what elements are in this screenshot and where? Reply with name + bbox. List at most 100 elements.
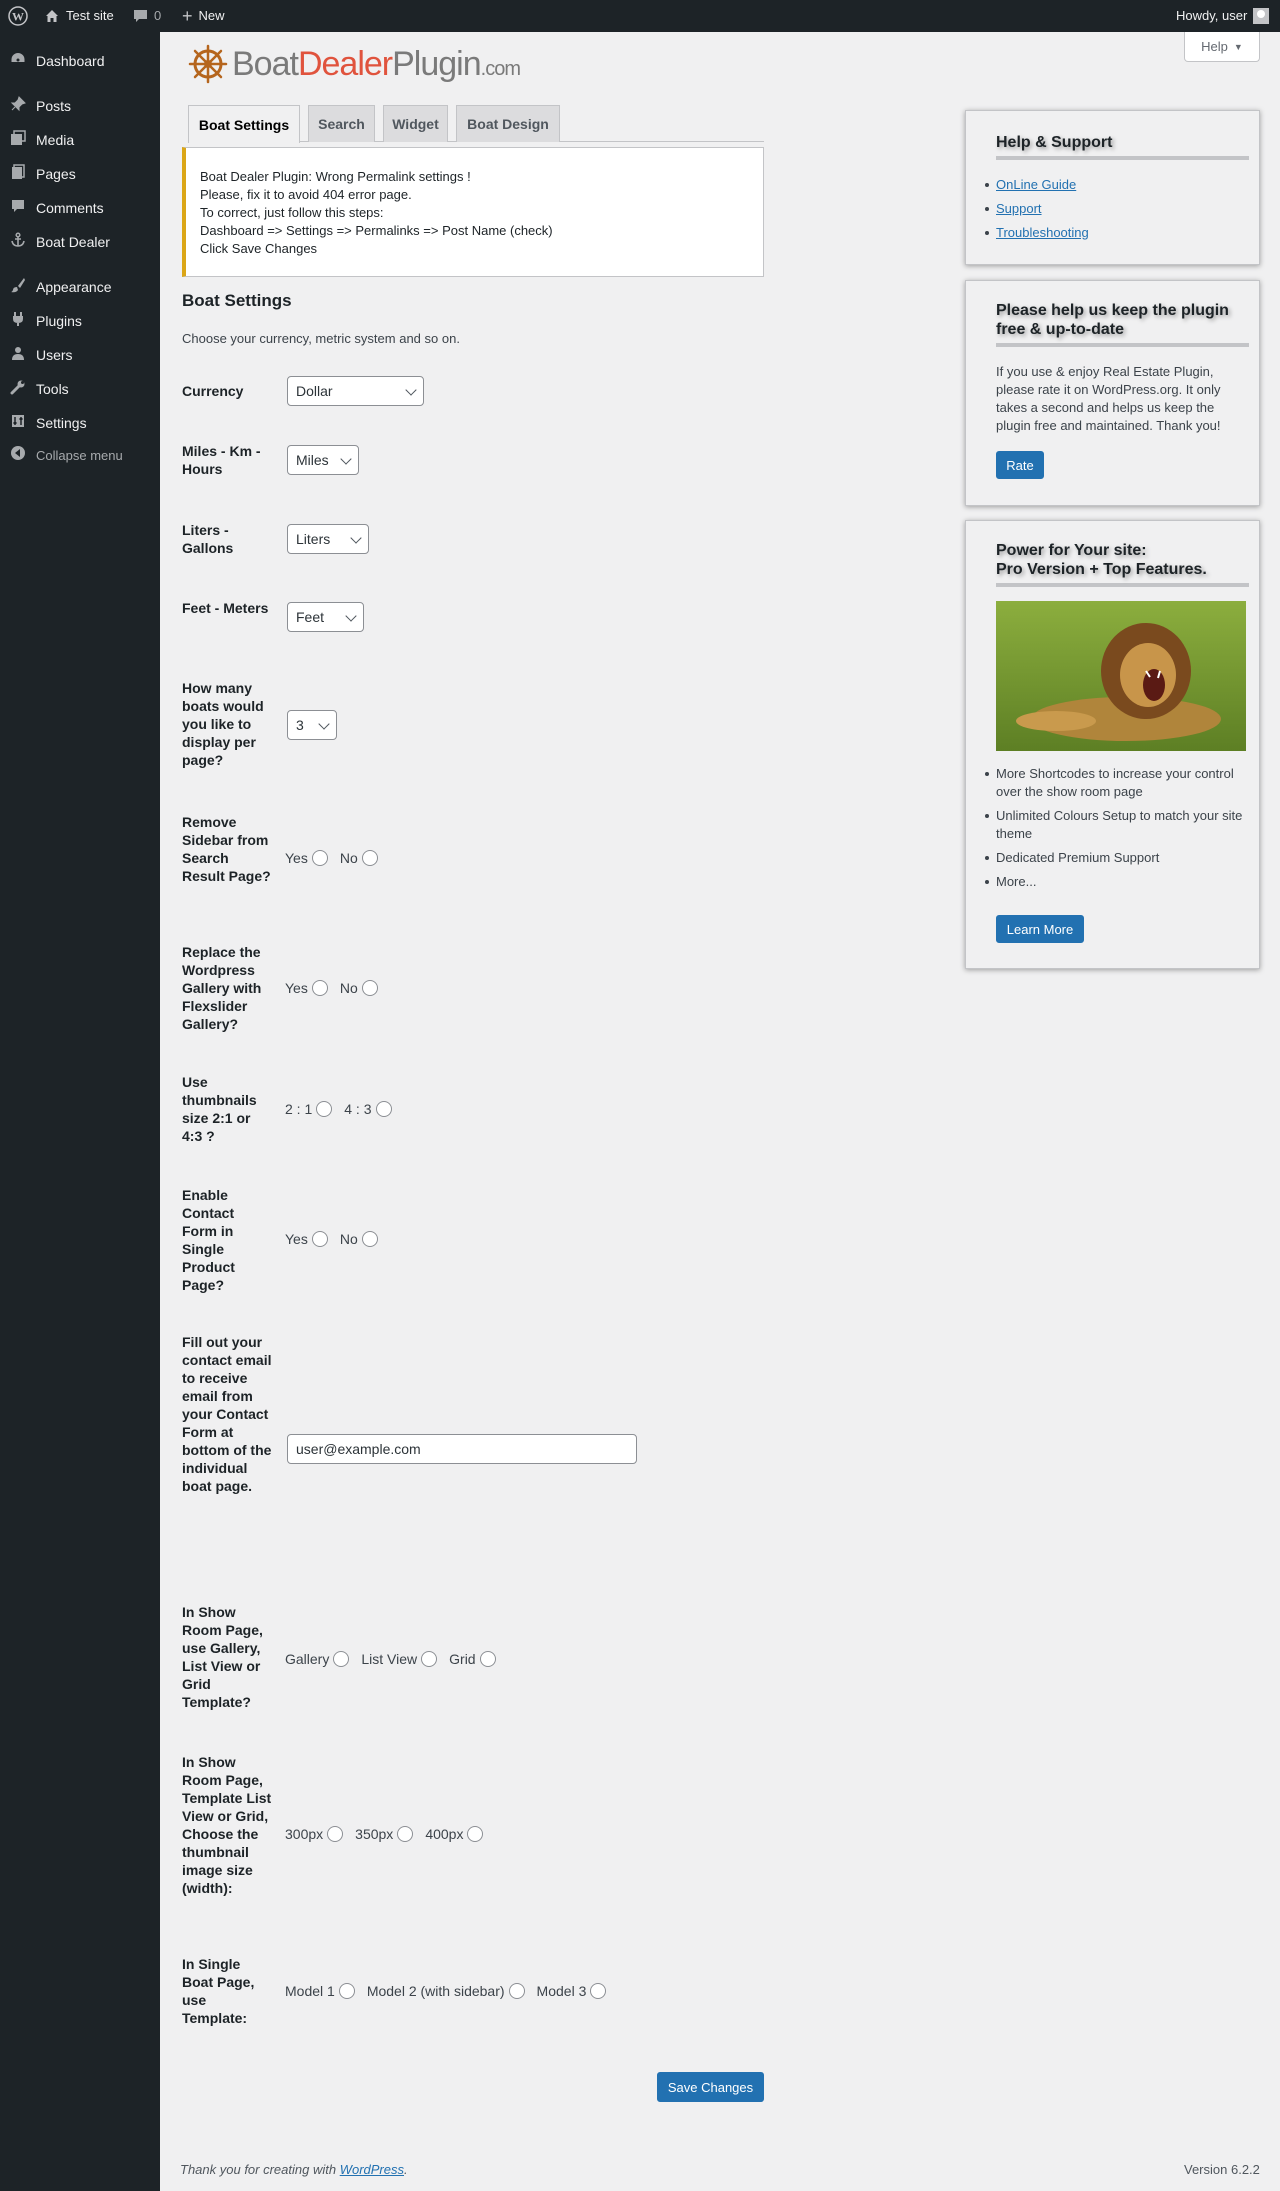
collapse-menu-button[interactable]: Collapse menu (0, 438, 160, 472)
radio-button[interactable] (361, 850, 378, 866)
wrench-icon (0, 379, 36, 399)
feet-select[interactable]: Feet (287, 602, 364, 632)
wordpress-logo-icon[interactable]: W (8, 0, 28, 32)
radio-button[interactable] (590, 1983, 607, 1999)
sidebar-item-pages[interactable]: Pages (0, 157, 160, 191)
replace-gallery-yes[interactable]: Yes (285, 980, 328, 996)
feature-item: Unlimited Colours Setup to match your si… (985, 807, 1247, 843)
page-description: Choose your currency, metric system and … (182, 331, 460, 346)
radio-button[interactable] (397, 1826, 414, 1842)
radio-button[interactable] (361, 980, 378, 996)
save-changes-button[interactable]: Save Changes (657, 2072, 764, 2102)
pro-box-title: Power for Your site: Pro Version + Top Fe… (996, 542, 1207, 578)
rate-button[interactable]: Rate (996, 451, 1044, 479)
collapse-menu-label: Collapse menu (36, 447, 123, 463)
chevron-down-icon (318, 718, 330, 730)
sidebar-item-appearance[interactable]: Appearance (0, 270, 160, 304)
radio-button[interactable] (375, 1101, 392, 1117)
miles-select[interactable]: Miles (287, 445, 359, 475)
boat-dealer-logo: BoatDealerPlugin.com (188, 44, 521, 84)
title-underline (996, 343, 1249, 347)
radio-button[interactable] (467, 1826, 484, 1842)
liters-value: Liters (296, 531, 331, 547)
currency-select[interactable]: Dollar (287, 376, 424, 406)
thumb-size-400[interactable]: 400px (425, 1826, 484, 1842)
template-list-view[interactable]: List View (361, 1651, 438, 1667)
radio-button[interactable] (361, 1231, 378, 1247)
help-tab-button[interactable]: Help ▼ (1184, 32, 1260, 62)
wordpress-link[interactable]: WordPress (340, 2162, 404, 2177)
online-guide-link[interactable]: OnLine Guide (996, 177, 1076, 192)
single-model-2[interactable]: Model 2 (with sidebar) (367, 1983, 525, 1999)
remove-sidebar-yes[interactable]: Yes (285, 850, 328, 866)
radio-button[interactable] (327, 1826, 344, 1842)
remove-sidebar-no[interactable]: No (340, 850, 378, 866)
feet-value: Feet (296, 609, 325, 625)
thumb-size-label: In Show Room Page, Template List View or… (182, 1754, 272, 1896)
sidebar-item-boat-dealer[interactable]: Boat Dealer (0, 225, 160, 259)
site-name-link[interactable]: Test site (44, 0, 114, 32)
radio-button[interactable] (338, 1983, 355, 1999)
notice-line: Click Save Changes (200, 241, 318, 256)
single-model-3[interactable]: Model 3 (537, 1983, 607, 1999)
radio-button[interactable] (333, 1651, 350, 1667)
radio-button[interactable] (311, 850, 328, 866)
per-page-select[interactable]: 3 (287, 710, 337, 740)
feature-item: Dedicated Premium Support (985, 849, 1247, 867)
tab-widget[interactable]: Widget (383, 105, 448, 142)
sidebar-item-settings[interactable]: Settings (0, 406, 160, 440)
radio-button[interactable] (311, 1231, 328, 1247)
radio-button[interactable] (479, 1651, 496, 1667)
notice-line: Boat Dealer Plugin: Wrong Permalink sett… (200, 169, 471, 184)
liters-select[interactable]: Liters (287, 524, 369, 554)
thumbnails-4-3[interactable]: 4 : 3 (344, 1101, 392, 1117)
logo-text: BoatDealerPlugin.com (232, 44, 521, 83)
new-content-link[interactable]: + New (182, 0, 225, 32)
sidebar-item-media[interactable]: Media (0, 123, 160, 157)
media-icon (0, 130, 36, 150)
sidebar-item-dashboard[interactable]: Dashboard (0, 44, 160, 78)
contact-form-no[interactable]: No (340, 1231, 378, 1247)
site-name: Test site (66, 8, 114, 23)
thumbnails-2-1[interactable]: 2 : 1 (285, 1101, 333, 1117)
troubleshooting-link[interactable]: Troubleshooting (996, 225, 1089, 240)
sidebar-item-plugins[interactable]: Plugins (0, 304, 160, 338)
radio-button[interactable] (316, 1101, 333, 1117)
thumb-size-300[interactable]: 300px (285, 1826, 344, 1842)
radio-button[interactable] (421, 1651, 438, 1667)
radio-button[interactable] (508, 1983, 525, 1999)
sidebar-item-tools[interactable]: Tools (0, 372, 160, 406)
single-template-radios: Model 1 Model 2 (with sidebar) Model 3 (285, 1981, 618, 2001)
plus-icon: + (182, 6, 193, 26)
support-link[interactable]: Support (996, 201, 1042, 216)
contact-email-input[interactable] (287, 1434, 637, 1464)
comment-icon (0, 198, 36, 218)
contact-form-yes[interactable]: Yes (285, 1231, 328, 1247)
template-grid[interactable]: Grid (449, 1651, 496, 1667)
pro-version-box: Power for Your site: Pro Version + Top Fe… (965, 520, 1260, 969)
radio-button[interactable] (311, 980, 328, 996)
svg-text:W: W (12, 10, 24, 24)
single-model-1[interactable]: Model 1 (285, 1983, 355, 1999)
tab-boat-design[interactable]: Boat Design (456, 105, 560, 142)
learn-more-button[interactable]: Learn More (996, 915, 1084, 943)
template-gallery[interactable]: Gallery (285, 1651, 350, 1667)
ship-wheel-icon (188, 44, 228, 84)
per-page-value: 3 (296, 717, 304, 733)
sidebar-item-label: Appearance (36, 279, 112, 295)
comments-link[interactable]: 0 (133, 0, 161, 32)
sidebar-item-comments[interactable]: Comments (0, 191, 160, 225)
howdy-text: Howdy, user (1176, 8, 1248, 23)
sidebar-item-users[interactable]: Users (0, 338, 160, 372)
tab-search[interactable]: Search (308, 105, 375, 142)
footer-thanks: Thank you for creating with WordPress. (180, 2162, 408, 2177)
my-account-link[interactable]: Howdy, user (1176, 0, 1270, 32)
thumb-size-350[interactable]: 350px (355, 1826, 414, 1842)
sidebar-item-posts[interactable]: Posts (0, 89, 160, 123)
tab-boat-settings[interactable]: Boat Settings (188, 105, 300, 143)
admin-sidebar: Dashboard Posts Media Pages Comments Boa… (0, 32, 160, 2191)
admin-bar: W Test site 0 + New Howdy, user (0, 0, 1280, 32)
replace-gallery-no[interactable]: No (340, 980, 378, 996)
showroom-template-radios: Gallery List View Grid (285, 1649, 508, 1669)
remove-sidebar-radios: Yes No (285, 848, 390, 868)
